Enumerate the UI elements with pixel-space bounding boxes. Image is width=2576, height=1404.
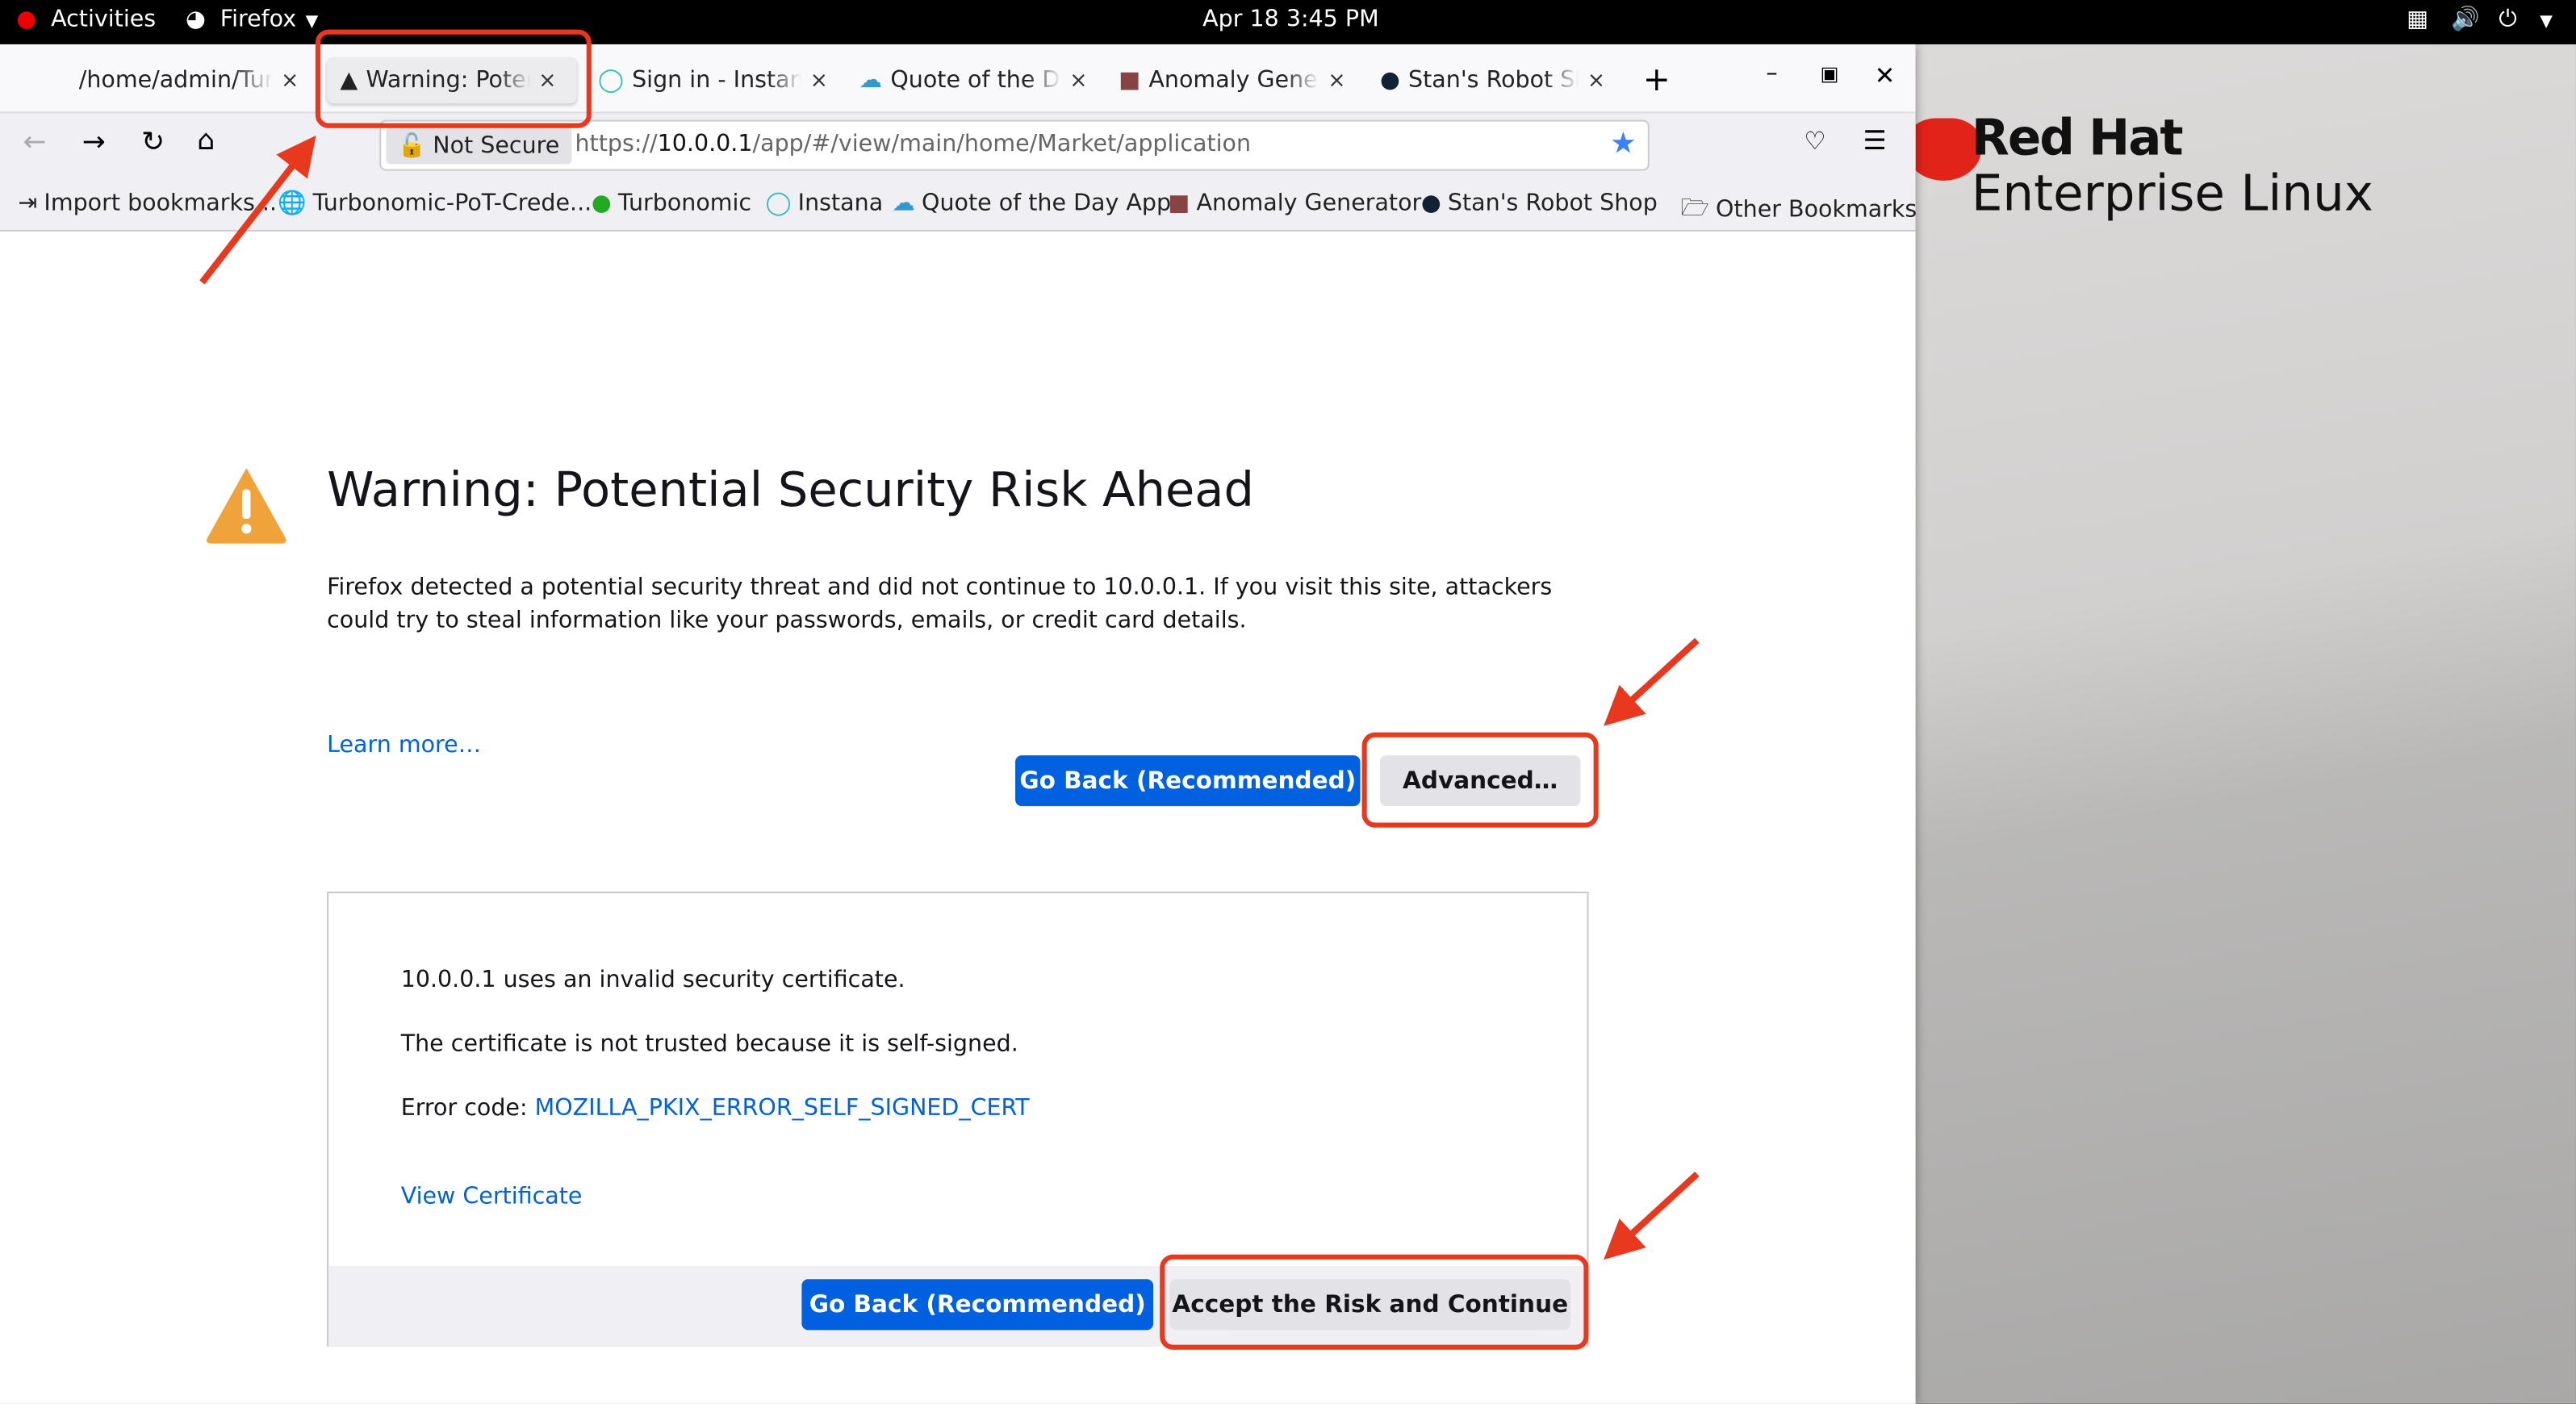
arrow-to-advanced bbox=[1604, 637, 1700, 726]
annotation-arrows bbox=[199, 135, 1700, 1260]
arrow-to-accept bbox=[1604, 1172, 1700, 1260]
arrow-to-tab bbox=[199, 135, 316, 285]
